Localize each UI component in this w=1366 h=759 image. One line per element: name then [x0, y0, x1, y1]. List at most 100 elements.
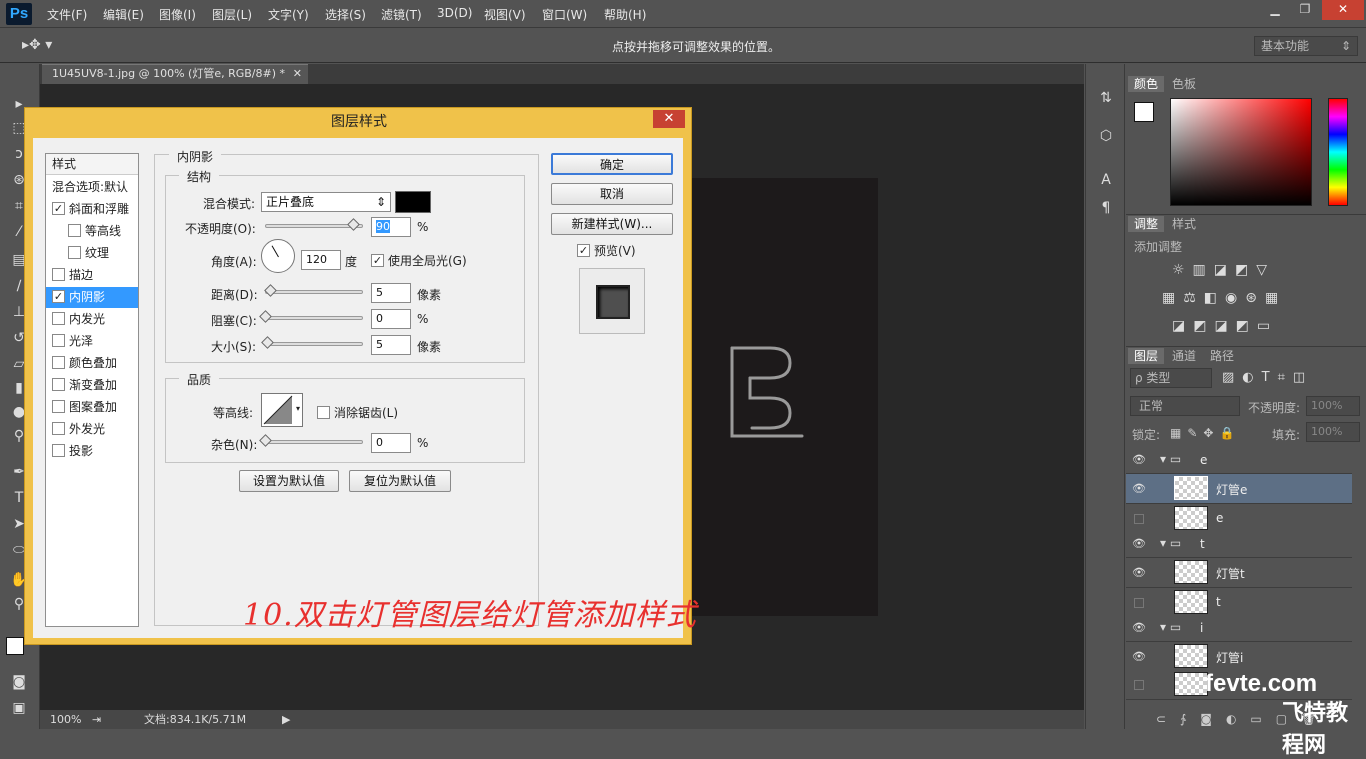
move-tool-preset-icon[interactable]: ▸✥ ▾ [22, 37, 52, 53]
menu-item-1[interactable]: 编辑(E) [103, 6, 144, 23]
layer-row[interactable]: 👁 灯管e [1126, 474, 1352, 504]
layer-thumbnail[interactable] [1174, 560, 1208, 584]
style-row-12[interactable]: 投影 [46, 441, 138, 462]
layer-thumbnail[interactable] [1174, 590, 1208, 614]
blend-mode-select[interactable]: 正常 [1130, 396, 1240, 416]
distance-slider[interactable] [265, 290, 363, 294]
style-checkbox[interactable] [52, 378, 65, 391]
history-panel-icon[interactable]: ⇅ [1095, 88, 1117, 108]
style-checkbox[interactable] [52, 356, 65, 369]
eye-icon[interactable]: 👁 [1132, 621, 1146, 635]
style-checkbox[interactable] [52, 312, 65, 325]
fill-field[interactable]: 100% [1306, 422, 1360, 442]
menu-item-5[interactable]: 选择(S) [325, 6, 366, 23]
layer-row[interactable]: t [1126, 588, 1352, 618]
style-row-0[interactable]: 混合选项:默认 [46, 177, 138, 198]
style-checkbox[interactable]: ✓ [52, 202, 65, 215]
adjustment-icons-row3[interactable]: ◪◩◪◩▭ [1172, 318, 1278, 334]
paragraph-panel-icon[interactable]: ¶ [1095, 198, 1117, 218]
reset-default-button[interactable]: 复位为默认值 [349, 470, 451, 492]
menu-item-2[interactable]: 图像(I) [159, 6, 196, 23]
export-icon[interactable]: ⇥ [92, 710, 101, 729]
style-row-10[interactable]: 图案叠加 [46, 397, 138, 418]
eye-icon[interactable]: 👁 [1132, 453, 1146, 467]
tab-adjustments[interactable]: 调整 [1128, 216, 1165, 232]
global-light-option[interactable]: ✓ 使用全局光(G) [371, 252, 467, 269]
style-row-8[interactable]: 颜色叠加 [46, 353, 138, 374]
minimize-icon[interactable]: ▁ [1260, 0, 1290, 20]
layer-group-row[interactable]: 👁 ▾ ▭ e [1126, 448, 1352, 474]
style-row-4[interactable]: 描边 [46, 265, 138, 286]
style-row-7[interactable]: 光泽 [46, 331, 138, 352]
set-default-button[interactable]: 设置为默认值 [239, 470, 339, 492]
layer-group-row[interactable]: 👁 ▾ ▭ i [1126, 616, 1352, 642]
zoom-level[interactable]: 100% [50, 710, 81, 729]
preview-checkbox[interactable]: ✓ [577, 244, 590, 257]
new-style-button[interactable]: 新建样式(W)... [551, 213, 673, 235]
noise-slider[interactable] [265, 440, 363, 444]
size-input[interactable]: 5 [371, 335, 411, 355]
tab-layers[interactable]: 图层 [1128, 348, 1165, 364]
status-menu-arrow-icon[interactable]: ▶ [282, 710, 290, 729]
menu-item-10[interactable]: 帮助(H) [604, 6, 646, 23]
shadow-color-swatch[interactable] [395, 191, 431, 213]
workspace-select[interactable]: 基本功能 ⇕ [1254, 36, 1358, 56]
menu-item-7[interactable]: 3D(D) [437, 6, 472, 20]
angle-input[interactable]: 120 [301, 250, 341, 270]
3d-panel-icon[interactable]: ⬡ [1095, 126, 1117, 146]
style-row-3[interactable]: 纹理 [46, 243, 138, 264]
folder-icon[interactable]: ▾ ▭ [1160, 620, 1181, 634]
style-row-6[interactable]: 内发光 [46, 309, 138, 330]
hue-slider[interactable] [1328, 98, 1348, 206]
layer-thumbnail[interactable] [1174, 672, 1208, 696]
menu-item-3[interactable]: 图层(L) [212, 6, 252, 23]
style-row-1[interactable]: ✓ 斜面和浮雕 [46, 199, 138, 220]
menu-item-8[interactable]: 视图(V) [484, 6, 526, 23]
menu-item-9[interactable]: 窗口(W) [542, 6, 587, 23]
menu-item-6[interactable]: 滤镜(T) [381, 6, 422, 23]
color-field[interactable] [1170, 98, 1312, 206]
tab-channels[interactable]: 通道 [1166, 348, 1202, 364]
layer-filter-select[interactable]: ρ 类型 [1130, 368, 1212, 388]
quick-mask-icon[interactable]: ◙ [8, 672, 30, 692]
antialias-checkbox[interactable] [317, 406, 330, 419]
preview-option[interactable]: ✓ 预览(V) [577, 242, 636, 259]
eye-icon[interactable]: 👁 [1132, 566, 1146, 580]
folder-icon[interactable]: ▾ ▭ [1160, 452, 1181, 466]
layer-thumbnail[interactable] [1174, 506, 1208, 530]
tab-swatches[interactable]: 色板 [1166, 76, 1202, 92]
visibility-toggle[interactable] [1134, 680, 1144, 690]
choke-slider[interactable] [265, 316, 363, 320]
adjustment-icons-row1[interactable]: ☼▥◪◩▽ [1172, 262, 1275, 278]
style-checkbox[interactable] [52, 400, 65, 413]
style-row-5[interactable]: ✓ 内阴影 [46, 287, 138, 308]
visibility-toggle[interactable] [1134, 514, 1144, 524]
style-checkbox[interactable] [52, 268, 65, 281]
eye-icon[interactable]: 👁 [1132, 537, 1146, 551]
angle-dial[interactable] [261, 239, 295, 273]
opacity-input[interactable]: 90 [371, 217, 411, 237]
close-window-icon[interactable]: ✕ [1322, 0, 1364, 20]
eye-icon[interactable]: 👁 [1132, 650, 1146, 664]
ok-button[interactable]: 确定 [551, 153, 673, 175]
layer-row[interactable]: 👁 灯管i [1126, 642, 1352, 672]
close-tab-icon[interactable]: ✕ [293, 65, 302, 83]
menu-item-4[interactable]: 文字(Y) [268, 6, 309, 23]
style-checkbox[interactable] [52, 422, 65, 435]
noise-input[interactable]: 0 [371, 433, 411, 453]
layer-filter-icons[interactable]: ▨◐T⌗◫ [1222, 370, 1313, 385]
antialias-option[interactable]: 消除锯齿(L) [317, 404, 398, 421]
layer-thumbnail[interactable] [1174, 476, 1208, 500]
lock-icons[interactable]: ▦✎✥🔒 [1170, 426, 1240, 440]
style-checkbox[interactable] [68, 246, 81, 259]
tab-paths[interactable]: 路径 [1204, 348, 1240, 364]
layer-group-row[interactable]: 👁 ▾ ▭ t [1126, 532, 1352, 558]
restore-icon[interactable]: ❐ [1290, 0, 1320, 20]
style-row-11[interactable]: 外发光 [46, 419, 138, 440]
folder-icon[interactable]: ▾ ▭ [1160, 536, 1181, 550]
opacity-field[interactable]: 100% [1306, 396, 1360, 416]
tab-color[interactable]: 颜色 [1128, 76, 1165, 92]
contour-picker[interactable]: ▾ [261, 393, 303, 427]
screen-mode-icon[interactable]: ▣ [8, 698, 30, 718]
global-light-checkbox[interactable]: ✓ [371, 254, 384, 267]
